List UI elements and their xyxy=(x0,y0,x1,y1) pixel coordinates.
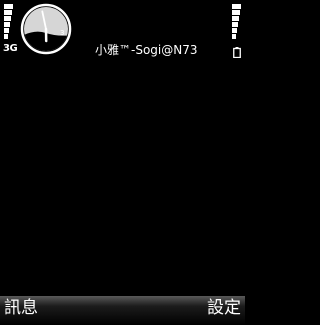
analog-clock: 3 xyxy=(20,3,72,55)
signal-strength-icon xyxy=(4,4,15,41)
operator-name: 小雅™-Sogi@N73 xyxy=(95,43,198,57)
battery-icon xyxy=(233,43,241,59)
network-type-label: 3G xyxy=(3,43,18,54)
left-softkey-messaging[interactable]: 訊息 xyxy=(4,297,38,319)
clock-dial-number: 3 xyxy=(60,29,64,37)
right-softkey-settings[interactable]: 設定 xyxy=(207,297,241,319)
battery-level-icon xyxy=(231,4,241,41)
standby-screen: 3G 3 小雅™-Sogi@N73 訊息 設定 xyxy=(0,0,245,325)
